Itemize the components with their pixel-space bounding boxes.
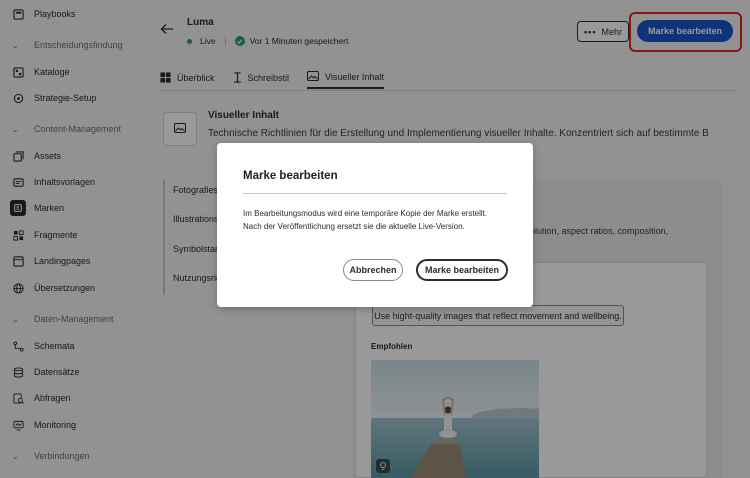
dialog-body-line-2: Nach der Veröffentlichung ersetzt sie di…	[243, 222, 465, 231]
dialog-title: Marke bearbeiten	[243, 170, 338, 182]
edit-brand-dialog: Marke bearbeiten Im Bearbeitungsmodus wi…	[217, 143, 533, 307]
dialog-divider	[243, 193, 507, 194]
dialog-body: Im Bearbeitungsmodus wird eine temporäre…	[243, 207, 513, 233]
cancel-button[interactable]: Abbrechen	[343, 259, 403, 281]
dialog-body-line-1: Im Bearbeitungsmodus wird eine temporäre…	[243, 209, 488, 218]
confirm-edit-brand-button[interactable]: Marke bearbeiten	[416, 259, 508, 281]
